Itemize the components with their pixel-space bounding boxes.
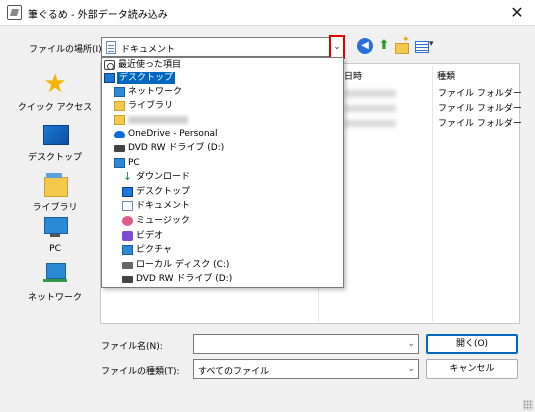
pc-icon xyxy=(114,158,125,168)
blurred-date xyxy=(344,105,396,112)
local-disk-icon xyxy=(122,262,133,269)
video-icon xyxy=(122,231,133,241)
column-header-type[interactable]: 種類 xyxy=(437,69,455,82)
desktop-icon xyxy=(122,187,133,197)
location-dropdown-arrow[interactable]: ⌄ xyxy=(329,35,345,59)
file-type-cell: ファイル フォルダー xyxy=(438,104,522,114)
place-label: ライブラリ xyxy=(32,203,78,213)
recent-icon xyxy=(104,60,115,70)
dropdown-item-label: ビデオ xyxy=(136,231,164,241)
place-network[interactable]: ネットワーク xyxy=(13,259,97,319)
music-icon xyxy=(122,216,133,226)
library-icon xyxy=(41,171,69,197)
download-icon: ↓ xyxy=(122,170,133,183)
blurred-date xyxy=(344,90,396,97)
dropdown-item-label: 最近使った項目 xyxy=(118,60,182,70)
folder-icon xyxy=(114,101,125,111)
app-icon xyxy=(7,5,22,20)
place-label: クイック アクセス xyxy=(17,103,93,113)
filename-label: ファイル名(N): xyxy=(101,342,163,352)
column-divider xyxy=(432,66,433,322)
place-label: デスクトップ xyxy=(27,153,82,163)
location-label: ファイルの場所(I): xyxy=(29,45,105,55)
back-icon[interactable]: ◀ xyxy=(357,38,373,54)
network-icon xyxy=(41,261,69,287)
filetype-label: ファイルの種類(T): xyxy=(101,367,180,377)
up-folder-icon[interactable]: ⬆ xyxy=(376,38,392,54)
dropdown-item-label: DVD RW ドライブ (D:) xyxy=(128,143,225,153)
location-dropdown-list: 最近使った項目 デスクトップ ネットワーク ライブラリ OneDrive - P… xyxy=(101,57,344,288)
column-header-date[interactable]: 日時 xyxy=(344,69,362,82)
file-type-cell: ファイル フォルダー xyxy=(438,119,522,129)
close-button[interactable]: ✕ xyxy=(507,3,527,23)
resize-grip[interactable] xyxy=(523,400,533,410)
documents-icon xyxy=(106,41,116,54)
filetype-value: すべてのファイル xyxy=(198,367,270,377)
cancel-button[interactable]: キャンセル xyxy=(426,359,518,379)
open-button[interactable]: 開く(O) xyxy=(426,334,518,354)
dropdown-item-label: ミュージック xyxy=(136,216,190,226)
desktop-icon xyxy=(41,121,69,147)
dvd-drive-icon xyxy=(114,145,125,152)
filename-input[interactable]: ⌄ xyxy=(193,334,419,354)
pictures-icon xyxy=(122,245,133,255)
dropdown-item-label: OneDrive - Personal xyxy=(128,129,218,139)
dropdown-item-label: ネットワーク xyxy=(128,87,183,97)
dropdown-item-label: ライブラリ xyxy=(128,101,174,111)
dropdown-item-label: ドキュメント xyxy=(136,201,191,211)
places-bar: ★ クイック アクセス デスクトップ ライブラリ PC ネットワーク xyxy=(13,63,97,324)
star-icon: ★ xyxy=(43,69,67,99)
network-icon xyxy=(114,87,125,97)
blurred-label xyxy=(128,116,188,124)
desktop-icon xyxy=(104,73,115,83)
file-type-cell: ファイル フォルダー xyxy=(438,89,522,99)
new-folder-icon[interactable] xyxy=(394,35,410,54)
dvd-drive-icon xyxy=(122,276,133,283)
location-value: ドキュメント xyxy=(121,45,176,55)
blurred-date xyxy=(344,120,396,127)
chevron-down-icon[interactable]: ⌄ xyxy=(407,364,415,374)
pc-icon xyxy=(41,215,69,241)
chevron-down-icon[interactable]: ⌄ xyxy=(407,339,415,349)
place-label: ネットワーク xyxy=(27,293,82,303)
location-combo[interactable]: ドキュメント ⌄ xyxy=(101,35,345,59)
title-bar: 筆ぐるめ - 外部データ読み込み ✕ xyxy=(0,0,535,26)
cloud-icon xyxy=(114,131,125,138)
dropdown-item-label: ピクチャ xyxy=(136,245,172,255)
dropdown-item-label: DVD RW ドライブ (D:) xyxy=(136,274,233,284)
dropdown-item-label: PC xyxy=(128,158,140,168)
documents-icon xyxy=(122,201,133,211)
view-menu-icon[interactable] xyxy=(414,38,436,54)
dropdown-item-label: ダウンロード xyxy=(136,172,191,182)
dropdown-item-label: デスクトップ xyxy=(117,72,176,84)
window-title: 筆ぐるめ - 外部データ読み込み xyxy=(28,10,168,21)
filetype-select[interactable]: すべてのファイル ⌄ xyxy=(193,359,419,379)
place-label: PC xyxy=(49,244,61,254)
folder-icon xyxy=(114,115,125,125)
dropdown-item-label: ローカル ディスク (C:) xyxy=(136,260,230,270)
dropdown-item-label: デスクトップ xyxy=(136,187,191,197)
